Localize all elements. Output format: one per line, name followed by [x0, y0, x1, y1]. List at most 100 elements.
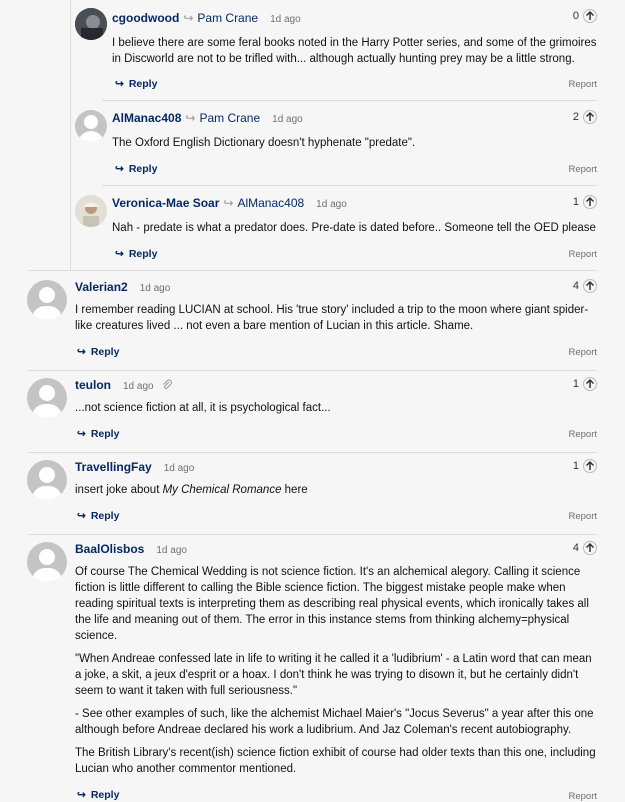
comment-body: Nah - predate is what a predator does. P…	[112, 220, 597, 243]
vote-control: 1	[573, 195, 597, 209]
comment-body: I believe there are some feral books not…	[112, 35, 597, 74]
reply-arrow-icon: ↪	[77, 789, 86, 801]
upvote-arrow-icon[interactable]	[583, 377, 597, 391]
comment-paragraph: insert joke about My Chemical Romance he…	[75, 484, 308, 496]
reply-arrow-icon: ↪	[115, 248, 124, 260]
reply-arrow-icon: ↪	[77, 510, 86, 522]
username[interactable]: teulon	[75, 378, 111, 392]
avatar[interactable]	[75, 8, 107, 40]
upvote-arrow-icon[interactable]	[583, 541, 597, 555]
username[interactable]: AlManac408	[112, 111, 181, 125]
reply-label: Reply	[128, 78, 158, 90]
avatar[interactable]	[27, 542, 67, 582]
username[interactable]: Valerian2	[75, 280, 128, 294]
timestamp[interactable]: 1d ago	[270, 14, 301, 25]
attachment-icon	[162, 379, 172, 389]
comment-paragraph: I believe there are some feral books not…	[112, 37, 597, 65]
reply-label: Reply	[90, 510, 120, 522]
comment-paragraph: The British Library's recent(ish) scienc…	[75, 747, 596, 775]
timestamp[interactable]: 1d ago	[123, 381, 154, 392]
avatar[interactable]	[75, 195, 107, 227]
comment-body: insert joke about My Chemical Romance he…	[75, 482, 597, 505]
reply-button[interactable]: ↪ Reply	[77, 346, 119, 358]
timestamp[interactable]: 1d ago	[140, 283, 171, 294]
reply-arrow-icon: ↪	[115, 163, 124, 175]
comment-paragraph: I remember reading LUCIAN at school. His…	[75, 304, 589, 332]
reply-to-arrow-icon: ↪	[223, 196, 234, 210]
comment-body: I remember reading LUCIAN at school. His…	[75, 302, 597, 341]
timestamp[interactable]: 1d ago	[272, 114, 303, 125]
report-link[interactable]: Report	[568, 429, 597, 440]
reply-to-user[interactable]: Pam Crane	[197, 11, 258, 25]
comment-paragraph: ...not science fiction at all, it is psy…	[75, 402, 331, 414]
reply-button[interactable]: ↪ Reply	[115, 163, 157, 175]
report-link[interactable]: Report	[568, 511, 597, 522]
comment: teulon 1d ago 1 ...not science fiction at…	[0, 370, 597, 452]
comment-paragraph: The Oxford English Dictionary doesn't hy…	[112, 137, 416, 149]
report-link[interactable]: Report	[568, 79, 597, 90]
reply-button[interactable]: ↪ Reply	[115, 248, 157, 260]
avatar[interactable]	[27, 280, 67, 320]
username[interactable]: BaalOlisbos	[75, 542, 144, 556]
timestamp[interactable]: 1d ago	[164, 463, 195, 474]
vote-count: 1	[572, 196, 579, 208]
vote-count: 4	[572, 542, 579, 554]
comment-paragraph: Nah - predate is what a predator does. P…	[112, 222, 596, 234]
reply-label: Reply	[90, 428, 120, 440]
comment-meta: teulon 1d ago	[75, 378, 173, 392]
username[interactable]: Veronica-Mae Soar	[112, 196, 219, 210]
comment-body: ...not science fiction at all, it is psy…	[75, 400, 597, 423]
avatar[interactable]	[27, 378, 67, 418]
reply-label: Reply	[128, 248, 158, 260]
reply-arrow-icon: ↪	[115, 78, 124, 90]
comment-meta: BaalOlisbos 1d ago	[75, 542, 187, 556]
reply-to-arrow-icon: ↪	[185, 111, 196, 125]
reply-button[interactable]: ↪ Reply	[77, 789, 119, 801]
comment: Veronica-Mae Soar ↪ AlManac408 1d ago 1 Nah…	[0, 185, 597, 270]
italic-title: My Chemical Romance	[162, 484, 282, 496]
vote-count: 2	[572, 111, 579, 123]
comment: AlManac408 ↪ Pam Crane 1d ago 2 The Oxford …	[0, 100, 597, 185]
upvote-arrow-icon[interactable]	[583, 195, 597, 209]
reply-to-user[interactable]: AlManac408	[237, 196, 304, 210]
reply-button[interactable]: ↪ Reply	[77, 510, 119, 522]
report-link[interactable]: Report	[568, 791, 597, 802]
reply-button[interactable]: ↪ Reply	[77, 428, 119, 440]
upvote-arrow-icon[interactable]	[583, 279, 597, 293]
upvote-arrow-icon[interactable]	[583, 110, 597, 124]
comment-paragraph: Of course The Chemical Wedding is not sc…	[75, 566, 589, 642]
comment-meta: Veronica-Mae Soar ↪ AlManac408 1d ago	[112, 196, 347, 210]
vote-control: 0	[573, 9, 597, 23]
vote-count: 0	[572, 10, 579, 22]
upvote-arrow-icon[interactable]	[583, 459, 597, 473]
report-link[interactable]: Report	[568, 249, 597, 260]
reply-button[interactable]: ↪ Reply	[115, 78, 157, 90]
reply-to-user[interactable]: Pam Crane	[199, 111, 260, 125]
avatar-photo-icon	[75, 195, 107, 227]
upvote-arrow-icon[interactable]	[583, 9, 597, 23]
vote-control: 4	[573, 279, 597, 293]
avatar[interactable]	[75, 110, 107, 142]
vote-count: 1	[572, 378, 579, 390]
comment-meta: TravellingFay 1d ago	[75, 460, 194, 474]
username[interactable]: cgoodwood	[112, 11, 179, 25]
report-link[interactable]: Report	[568, 347, 597, 358]
comment: Valerian2 1d ago 4 I remember reading LUC…	[0, 270, 597, 370]
vote-control: 1	[573, 377, 597, 391]
comment-meta: Valerian2 1d ago	[75, 280, 170, 294]
comment-paragraph: "When Andreae confessed late in life to …	[75, 653, 592, 697]
avatar[interactable]	[27, 460, 67, 500]
username[interactable]: TravellingFay	[75, 460, 152, 474]
vote-control: 2	[573, 110, 597, 124]
timestamp[interactable]: 1d ago	[156, 545, 187, 556]
reply-label: Reply	[90, 789, 120, 801]
avatar-photo-icon	[75, 8, 107, 40]
comment: cgoodwood ↪ Pam Crane 1d ago 0 I believe th…	[0, 0, 597, 100]
comment-meta: cgoodwood ↪ Pam Crane 1d ago	[112, 11, 301, 25]
report-link[interactable]: Report	[568, 164, 597, 175]
vote-control: 4	[573, 541, 597, 555]
vote-control: 1	[573, 459, 597, 473]
vote-count: 1	[572, 460, 579, 472]
timestamp[interactable]: 1d ago	[316, 199, 347, 210]
comment: TravellingFay 1d ago 1 insert joke about …	[0, 452, 597, 534]
